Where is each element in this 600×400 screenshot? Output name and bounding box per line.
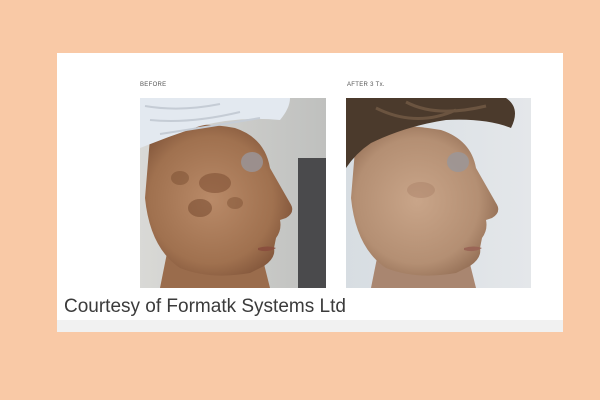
before-photo <box>140 98 326 288</box>
before-label: BEFORE <box>140 82 167 88</box>
after-photo <box>346 98 531 288</box>
after-label: AFTER 3 Tx. <box>347 82 385 88</box>
courtesy-caption: Courtesy of Formatk Systems Ltd <box>64 296 346 317</box>
card-bottom-strip <box>57 320 563 332</box>
